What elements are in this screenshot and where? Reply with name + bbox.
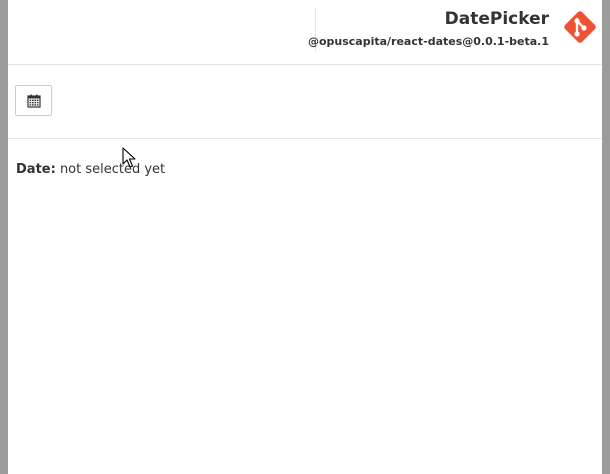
calendar-icon	[26, 94, 41, 108]
app-window: DatePicker @opuscapita/react-dates@0.0.1…	[0, 0, 610, 474]
page-title: DatePicker	[444, 9, 549, 29]
date-label: Date:	[16, 162, 56, 177]
window-edge-left	[0, 0, 8, 474]
git-icon[interactable]	[560, 7, 600, 47]
calendar-button[interactable]	[15, 85, 52, 116]
toolbar	[8, 65, 602, 139]
package-version[interactable]: @opuscapita/react-dates@0.0.1-beta.1	[308, 35, 549, 48]
date-value: not selected yet	[59, 162, 166, 177]
window-edge-right	[602, 0, 610, 474]
mouse-cursor-icon	[122, 147, 136, 169]
date-status: Date: not selected yet	[16, 162, 165, 177]
header: DatePicker @opuscapita/react-dates@0.0.1…	[8, 0, 602, 65]
